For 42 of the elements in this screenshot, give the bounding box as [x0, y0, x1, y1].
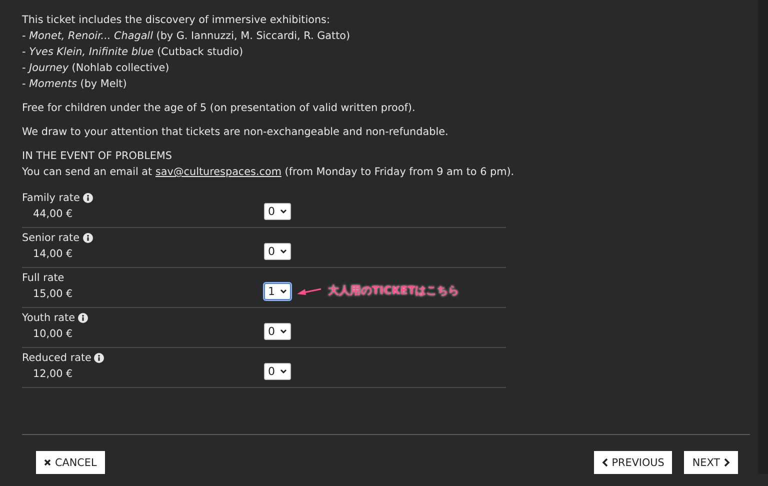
info-icon[interactable]	[78, 313, 88, 323]
rate-price: 14,00 €	[32, 247, 74, 262]
caret-icon	[280, 249, 287, 254]
info-icon[interactable]	[82, 193, 93, 203]
rate-label: Reduced rate	[22, 351, 92, 366]
quantity-select[interactable]: 0	[264, 363, 291, 380]
exhibition-item: - Journey (Nohlab collective)	[22, 61, 170, 76]
close-icon	[44, 459, 51, 466]
cancel-button[interactable]: CANCEL	[36, 451, 105, 474]
rate-label: Senior rate	[22, 231, 80, 246]
quantity-select[interactable]: 0	[264, 243, 291, 260]
caret-icon	[280, 289, 287, 294]
chevron-right-icon	[724, 458, 730, 467]
intro-text: This ticket includes the discovery of immersive exhibitions:	[22, 13, 331, 28]
caret-icon	[280, 329, 287, 334]
notice-text: Free for children under the age of 5 (on presentation of valid written proof).	[22, 101, 416, 116]
exhibition-item: - Yves Klein, Inifinite blue (Cutback studio)	[22, 45, 244, 60]
rate-price: 44,00 €	[32, 207, 74, 222]
rate-label: Family rate	[22, 191, 80, 206]
info-icon[interactable]	[94, 353, 104, 363]
chevron-left-icon	[602, 458, 608, 467]
annotation-text: 大人用のTICKETはこちら	[328, 283, 460, 298]
contact-text: You can send an email at sav@culturespaces.com (from Monday to Friday from 9 am to 6 pm).	[22, 165, 516, 180]
exhibition-item: - Monet, Renoir... Chagall (by G. Iannuzzi, M. Siccardi, R. Gatto)	[22, 29, 352, 44]
previous-button[interactable]: PREVIOUS	[594, 451, 672, 474]
rate-label: Youth rate	[22, 311, 75, 326]
rate-price: 10,00 €	[32, 327, 74, 342]
quantity-select[interactable]: 1	[264, 283, 291, 300]
email-link[interactable]: sav@culturespaces.com	[155, 166, 282, 178]
quantity-select[interactable]: 0	[264, 203, 291, 220]
notice-text: We draw to your attention that tickets are non-exchangeable and non-refundable.	[22, 125, 450, 140]
caret-icon	[280, 369, 287, 374]
info-icon[interactable]	[82, 233, 92, 243]
section-heading: IN THE EVENT OF PROBLEMS	[22, 149, 173, 164]
caret-icon	[280, 209, 287, 214]
exhibition-item: - Moments (by Melt)	[22, 77, 128, 92]
arrow-icon	[296, 286, 322, 296]
next-button[interactable]: NEXT	[684, 451, 738, 474]
rate-price: 12,00 €	[32, 367, 74, 382]
quantity-select[interactable]: 0	[264, 323, 291, 340]
rate-label: Full rate	[22, 271, 64, 286]
rate-price: 15,00 €	[32, 287, 74, 302]
